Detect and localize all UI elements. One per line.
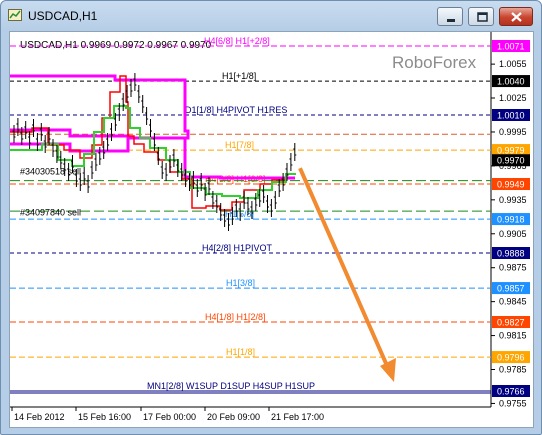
price-level-label: 0.9979 [497, 146, 525, 156]
price-level-label: 0.9827 [497, 318, 525, 328]
price-tick-label: 0.9845 [499, 297, 527, 307]
level-label: MN1[2/8] W1SUP D1SUP H4SUP H1SUP [147, 381, 315, 391]
chart-window: USDCAD,H1 USDCAD,H1 0.9969 0.9972 0.9967… [0, 0, 542, 435]
price-tick-label: 0.9875 [499, 263, 527, 273]
time-tick-label: 21 Feb 17:00 [271, 412, 324, 422]
forecast-arrow-shaft [298, 167, 390, 369]
forecast-arrowhead [380, 357, 396, 382]
price-tick-label: 0.9755 [499, 398, 527, 408]
price-level-label: 1.0071 [497, 42, 525, 52]
price-tick-label: 0.9935 [499, 195, 527, 205]
maximize-button[interactable] [468, 7, 494, 26]
level-label: H1[1/8] [226, 347, 255, 357]
minimize-button[interactable] [437, 7, 463, 26]
close-button[interactable] [499, 7, 533, 26]
price-level-label: 0.9796 [497, 353, 525, 363]
levels-layer: H4[6/8] H1[+2/8] H1[+1/8] D1[1/8] H4PIVOT … [10, 36, 491, 394]
time-tick-label: 20 Feb 09:00 [207, 412, 260, 422]
minimize-icon [447, 19, 455, 22]
time-axis: 14 Feb 2012 15 Feb 16:00 17 Feb 00:00 20 Fe… [11, 407, 324, 422]
price-axis: 1.00551.00250.99950.99650.99350.99050.98… [491, 40, 530, 408]
order-label: #34030518 sell [20, 167, 81, 177]
forecast-arrow [298, 167, 396, 382]
price-tick-label: 1.0055 [499, 59, 527, 69]
price-tick-label: 0.9815 [499, 331, 527, 341]
time-tick-label: 15 Feb 16:00 [78, 412, 131, 422]
price-tick-label: 0.9785 [499, 365, 527, 375]
price-level-label: 0.9949 [497, 180, 525, 190]
level-label: H1[3/8] [226, 278, 255, 288]
price-tick-label: 0.9905 [499, 229, 527, 239]
level-label: D1[1/8] H4PIVOT H1RES [185, 105, 287, 115]
close-icon [511, 12, 522, 22]
level-label: H1[7/8] [225, 140, 254, 150]
chart-app-icon [8, 9, 22, 21]
current-price-label: 0.9970 [497, 156, 525, 166]
price-level-label: 0.9918 [497, 215, 525, 225]
window-title: USDCAD,H1 [28, 9, 98, 23]
restore-icon [477, 12, 488, 22]
time-tick-label: 14 Feb 2012 [14, 412, 65, 422]
title-bar[interactable]: USDCAD,H1 [1, 1, 541, 31]
price-tick-label: 1.0025 [499, 93, 527, 103]
price-tick-label: 0.9995 [499, 127, 527, 137]
level-label: H4[2/8] H1PIVOT [202, 243, 273, 253]
magenta-envelope-lower [128, 136, 295, 180]
price-chart[interactable]: USDCAD,H1 0.9969 0.9972 0.9967 0.9970 Ro… [10, 32, 533, 427]
price-level-label: 1.0010 [497, 111, 525, 121]
price-level-label: 0.9766 [497, 387, 525, 397]
chart-area[interactable]: USDCAD,H1 0.9969 0.9972 0.9967 0.9970 Ro… [9, 31, 534, 428]
level-label: H4[6/8] H1[+2/8] [204, 36, 270, 46]
price-level-label: 0.9888 [497, 249, 525, 259]
time-tick-label: 17 Feb 00:00 [143, 412, 196, 422]
level-label: H1[+1/8] [222, 71, 256, 81]
order-label: #34097840 sell [20, 207, 81, 217]
level-label: H4[1/8] H1[2/8] [205, 312, 266, 322]
price-level-label: 0.9857 [497, 284, 525, 294]
watermark: RoboForex [392, 53, 477, 72]
price-level-label: 1.0040 [497, 77, 525, 87]
orders-layer: #34030518 sell #34097840 sell [20, 167, 81, 218]
